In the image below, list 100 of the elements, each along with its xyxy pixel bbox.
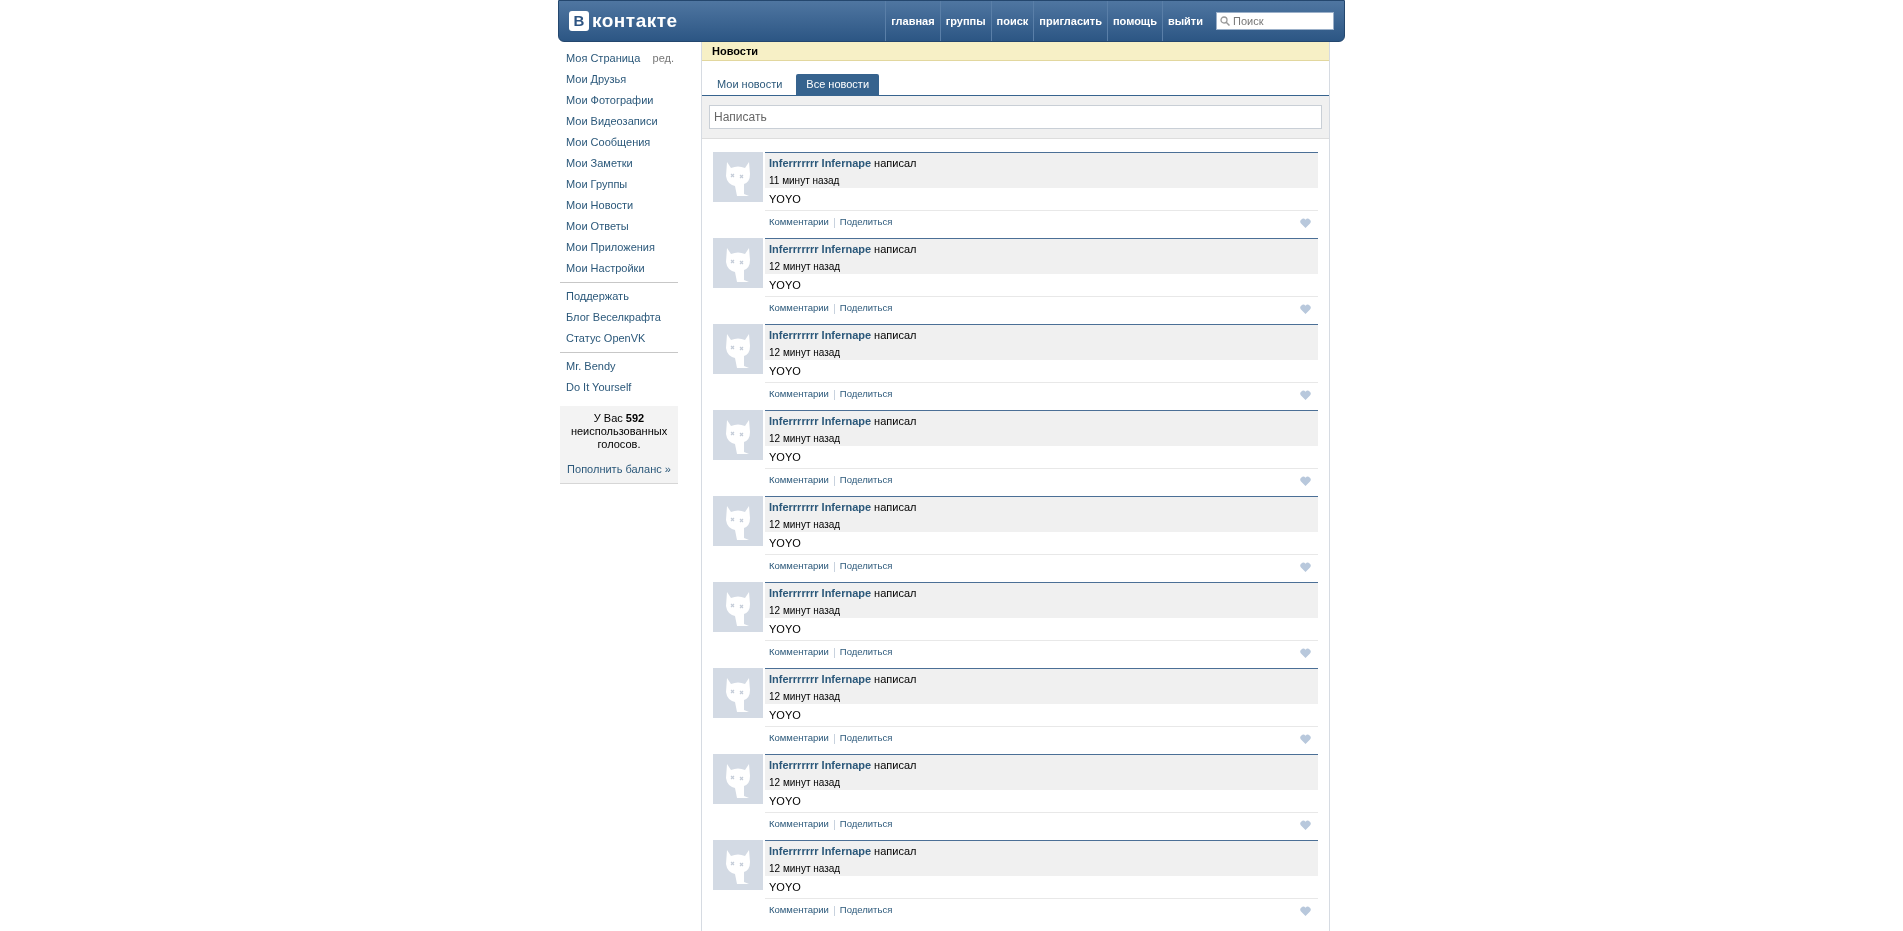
avatar-icon [713,238,763,288]
post-link[interactable]: Комментарии [769,473,829,488]
sidebar-link[interactable]: Мои Ответы [566,218,629,235]
post-action: написал [874,500,917,515]
post-time: 12 минут назад [769,775,842,790]
post-link[interactable]: Поделиться [839,215,893,230]
author-link[interactable]: Inferrrrrrr Infernape [769,241,872,258]
heart-icon[interactable] [1300,217,1311,228]
sidebar-link[interactable]: Мои Друзья [566,71,627,88]
search-icon [1220,16,1230,26]
author-link[interactable]: Inferrrrrrr Infernape [769,671,872,688]
nav-link[interactable]: группы [939,1,991,41]
nav-link[interactable]: главная [885,1,940,41]
author-link[interactable]: Inferrrrrrr Infernape [769,413,872,430]
tab[interactable]: Мои новости [705,74,795,95]
post-link[interactable]: Комментарии [769,387,829,402]
post-link[interactable]: Комментарии [769,301,829,316]
sidebar-link[interactable]: Mr. Bendy [566,358,616,375]
post-time: 12 минут назад [769,259,842,274]
avatar-icon [713,496,763,546]
post-time: 12 минут назад [769,517,842,532]
author-link[interactable]: Inferrrrrrr Infernape [769,155,872,172]
post-action: написал [874,156,917,171]
post-link[interactable]: Поделиться [839,645,893,660]
post-link[interactable]: Поделиться [839,903,893,918]
author-link[interactable]: Inferrrrrrr Infernape [769,327,872,344]
avatar-icon [713,152,763,202]
post-time: 12 минут назад [769,689,842,704]
search-field[interactable]: Поиск [1216,12,1334,30]
author-link[interactable]: Inferrrrrrr Infernape [769,757,872,774]
sidebar-link[interactable]: Моя Страница [566,50,641,67]
post-text: YOYO [768,363,802,379]
author-link[interactable]: Inferrrrrrr Infernape [769,843,872,860]
heart-icon[interactable] [1300,647,1311,658]
compose-field[interactable]: Написать [709,105,1322,129]
author-link[interactable]: Inferrrrrrr Infernape [769,585,872,602]
logo-mark[interactable]: B [569,11,589,31]
post-link[interactable]: Поделиться [839,473,893,488]
post-text: YOYO [768,621,802,637]
avatar-icon [713,324,763,374]
post-link[interactable]: Комментарии [769,645,829,660]
sidebar-link[interactable]: Поддержать [566,288,629,305]
sidebar-link[interactable]: Статус OpenVK [566,330,646,347]
avatar-icon [713,754,763,804]
post-link[interactable]: Поделиться [839,387,893,402]
post-text: YOYO [768,191,802,207]
logo-text[interactable]: контакте [592,6,678,36]
post-action: написал [874,414,917,429]
avatar-icon [713,668,763,718]
post-link[interactable]: Комментарии [769,731,829,746]
tab[interactable]: Все новости [796,74,880,95]
heart-icon[interactable] [1300,475,1311,486]
post-text: YOYO [768,449,802,465]
edit-link[interactable]: ред. [652,50,674,67]
heart-icon[interactable] [1300,819,1311,830]
sidebar-link[interactable]: Мои Видеозаписи [566,113,658,130]
heart-icon[interactable] [1300,561,1311,572]
heart-icon[interactable] [1300,389,1311,400]
post-text: YOYO [768,535,802,551]
post-time: 12 минут назад [769,431,842,446]
post-link[interactable]: Комментарии [769,559,829,574]
heart-icon[interactable] [1300,733,1311,744]
sidebar-link[interactable]: Мои Фотографии [566,92,654,109]
nav-link[interactable]: помощь [1106,1,1162,41]
post-link[interactable]: Поделиться [839,559,893,574]
news-title: Новости [702,42,1329,61]
post-action: написал [874,586,917,601]
post-text: YOYO [768,277,802,293]
nav-link[interactable]: выйти [1161,1,1208,41]
heart-icon[interactable] [1300,303,1311,314]
sidebar-link[interactable]: Мои Приложения [566,239,655,256]
votes-text: У Вас 592 неиспользованных голосов. [569,412,669,451]
sidebar-link[interactable]: Мои Новости [566,197,634,214]
post-text: YOYO [768,707,802,723]
post-action: написал [874,672,917,687]
post-time: 12 минут назад [769,861,842,876]
nav-link[interactable]: поиск [990,1,1034,41]
author-link[interactable]: Inferrrrrrr Infernape [769,499,872,516]
post-text: YOYO [768,879,802,895]
post-time: 11 минут назад [769,173,841,188]
sidebar-link[interactable]: Мои Группы [566,176,628,193]
sidebar-link[interactable]: Do It Yourself [566,379,632,396]
post-link[interactable]: Комментарии [769,903,829,918]
post-link[interactable]: Комментарии [769,215,829,230]
post-link[interactable]: Поделиться [839,731,893,746]
post-link[interactable]: Поделиться [839,301,893,316]
post-action: написал [874,328,917,343]
nav-link[interactable]: пригласить [1033,1,1107,41]
sidebar-link[interactable]: Мои Заметки [566,155,633,172]
post-link[interactable]: Комментарии [769,817,829,832]
sidebar-link[interactable]: Мои Сообщения [566,134,651,151]
post-time: 12 минут назад [769,345,842,360]
avatar-icon [713,410,763,460]
sidebar-link[interactable]: Блог Веселкрафта [566,309,661,326]
heart-icon[interactable] [1300,905,1311,916]
post-text: YOYO [768,793,802,809]
sidebar-link[interactable]: Мои Настройки [566,260,645,277]
post-time: 12 минут назад [769,603,842,618]
top-up-link[interactable]: Пополнить баланс » [566,461,672,478]
post-link[interactable]: Поделиться [839,817,893,832]
